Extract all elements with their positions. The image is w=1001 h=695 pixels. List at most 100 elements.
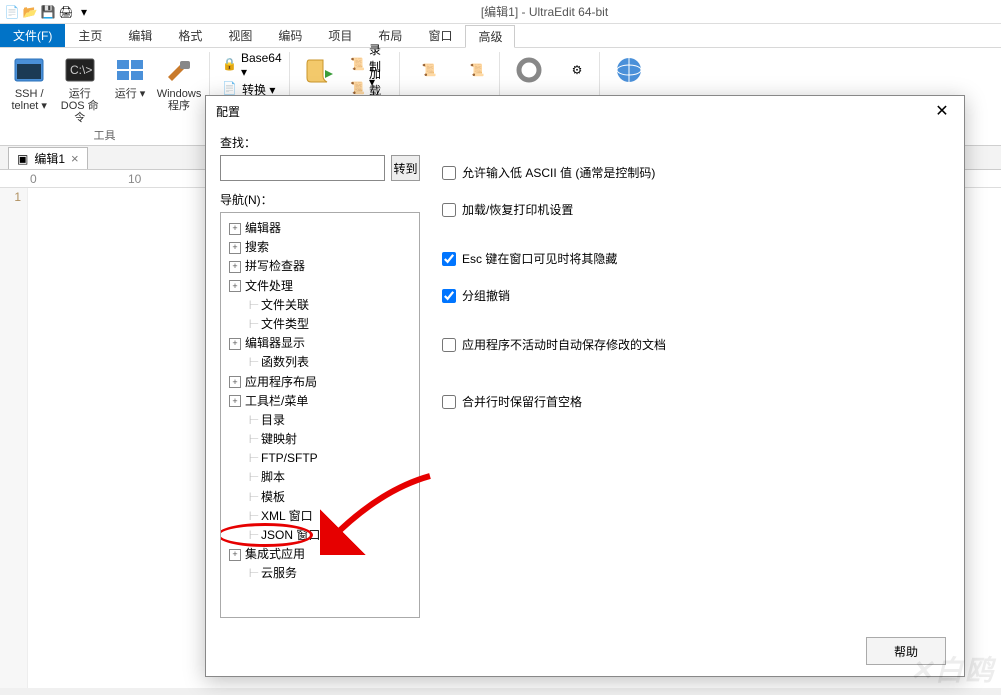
menu-view[interactable]: 视图 xyxy=(215,24,265,47)
tree-item[interactable]: ⊢JSON 窗口 xyxy=(223,526,417,545)
menu-edit[interactable]: 编辑 xyxy=(115,24,165,47)
tree-item-label: 搜索 xyxy=(245,238,269,257)
terminal-icon xyxy=(13,54,45,86)
dropdown-icon[interactable]: ▾ xyxy=(76,4,92,20)
menu-project[interactable]: 项目 xyxy=(315,24,365,47)
open-file-icon[interactable]: 📂 xyxy=(22,4,38,20)
scroll-play-icon: 📜 xyxy=(461,54,493,86)
ribbon-macro-play[interactable] xyxy=(298,54,340,86)
tree-item[interactable]: +工具栏/菜单 xyxy=(223,392,417,411)
ribbon-dos[interactable]: C:\> 运行 DOS 命令 xyxy=(56,54,103,124)
window-title: [编辑1] - UltraEdit 64-bit xyxy=(92,3,997,20)
tree-item-label: 文件处理 xyxy=(245,277,293,296)
tab-label: 编辑1 xyxy=(34,150,65,167)
tree-item[interactable]: ⊢键映射 xyxy=(223,430,417,449)
tree-item-label: 脚本 xyxy=(261,468,285,487)
tree-item[interactable]: + 文件处理 xyxy=(223,277,417,296)
expand-icon[interactable]: + xyxy=(229,338,241,350)
tree-item[interactable]: +应用程序布局 xyxy=(223,373,417,392)
menu-home[interactable]: 主页 xyxy=(65,24,115,47)
expand-icon[interactable]: + xyxy=(229,280,241,292)
config-checkbox[interactable] xyxy=(442,166,456,180)
ribbon-web[interactable] xyxy=(608,54,650,86)
checkbox-label: 加载/恢复打印机设置 xyxy=(462,201,573,218)
close-icon[interactable]: ✕ xyxy=(930,101,954,121)
menu-advanced[interactable]: 高级 xyxy=(465,25,515,48)
expand-icon[interactable]: + xyxy=(229,395,241,407)
close-icon[interactable]: × xyxy=(71,152,79,165)
tree-item-label: 集成式应用 xyxy=(245,545,305,564)
config-checkbox-row[interactable]: 允许输入低 ASCII 值 (通常是控制码) xyxy=(442,164,940,181)
hammer-icon xyxy=(163,54,195,86)
menu-coding[interactable]: 编码 xyxy=(265,24,315,47)
ribbon-settings1[interactable] xyxy=(508,54,550,86)
menu-bar: 文件(F) 主页 编辑 格式 视图 编码 项目 布局 窗口 高级 xyxy=(0,24,1001,48)
ribbon-settings2[interactable]: ⚙ xyxy=(556,54,598,86)
lock-icon: 🔒 xyxy=(222,57,237,73)
tree-item-label: JSON 窗口 xyxy=(261,526,320,545)
config-checkbox-row[interactable]: 应用程序不活动时自动保存修改的文档 xyxy=(442,336,940,353)
dialog-title: 配置 xyxy=(216,103,240,120)
tree-item[interactable]: + 集成式应用 xyxy=(223,545,417,564)
tree-item[interactable]: ⊢文件类型 xyxy=(223,315,417,334)
config-dialog: 配置 ✕ 查找： 转到 导航(N)： +编辑器+搜索+拼写检查器+文件处理⊢文件… xyxy=(205,95,965,677)
config-checkbox-row[interactable]: Esc 键在窗口可见时将其隐藏 xyxy=(442,250,940,267)
tree-item[interactable]: ⊢FTP/SFTP xyxy=(223,449,417,468)
menu-window[interactable]: 窗口 xyxy=(415,24,465,47)
tree-item[interactable]: +拼写检查器 xyxy=(223,257,417,276)
tree-item-label: 文件类型 xyxy=(261,315,309,334)
config-checkbox[interactable] xyxy=(442,338,456,352)
search-label: 查找： xyxy=(220,134,420,151)
line-gutter: 1 xyxy=(0,188,28,688)
config-checkbox-row[interactable]: 合并行时保留行首空格 xyxy=(442,393,940,410)
watermark: ✕白鸥 xyxy=(910,649,995,689)
tree-item[interactable]: +编辑器显示 xyxy=(223,334,417,353)
expand-icon[interactable]: + xyxy=(229,261,241,273)
config-checkbox-row[interactable]: 加载/恢复打印机设置 xyxy=(442,201,940,218)
expand-icon[interactable]: + xyxy=(229,549,241,561)
ribbon-script1[interactable]: 📜 xyxy=(408,54,450,86)
expand-icon[interactable]: + xyxy=(229,223,241,235)
config-checkbox[interactable] xyxy=(442,289,456,303)
tree-item[interactable]: ⊢云服务 xyxy=(223,564,417,583)
tree-item-label: 云服务 xyxy=(261,564,297,583)
save-icon[interactable]: 💾 xyxy=(40,4,56,20)
config-checkbox[interactable] xyxy=(442,252,456,266)
nav-label: 导航(N)： xyxy=(220,191,420,208)
config-checkbox[interactable] xyxy=(442,395,456,409)
tree-item[interactable]: ⊢XML 窗口 xyxy=(223,507,417,526)
nav-tree[interactable]: +编辑器+搜索+拼写检查器+文件处理⊢文件关联⊢文件类型+编辑器显示⊢函数列表+… xyxy=(220,212,420,618)
ribbon-ssh[interactable]: SSH / telnet ▾ xyxy=(8,54,50,112)
expand-icon[interactable]: + xyxy=(229,376,241,388)
ribbon-base64[interactable]: 🔒Base64 ▾ xyxy=(218,54,281,76)
document-tab[interactable]: ▣ 编辑1 × xyxy=(8,147,88,169)
tree-item[interactable]: + 搜索 xyxy=(223,238,417,257)
tree-item-label: 键映射 xyxy=(261,430,297,449)
scroll-record-icon: 📜 xyxy=(350,57,365,73)
print-icon[interactable]: 🖨 xyxy=(58,4,74,20)
ribbon-script2[interactable]: 📜 xyxy=(456,54,498,86)
search-input[interactable] xyxy=(220,155,385,181)
tree-item[interactable]: +编辑器 xyxy=(223,219,417,238)
tree-item[interactable]: ⊢模板 xyxy=(223,488,417,507)
ribbon-run[interactable]: 运行 ▾ xyxy=(109,54,151,100)
ribbon-winprog[interactable]: Windows 程序 xyxy=(157,54,201,112)
expand-icon[interactable]: + xyxy=(229,242,241,254)
tree-item[interactable]: ⊢目录 xyxy=(223,411,417,430)
menu-file[interactable]: 文件(F) xyxy=(0,24,65,47)
tree-item[interactable]: ⊢脚本 xyxy=(223,468,417,487)
tree-item-label: 文件关联 xyxy=(261,296,309,315)
goto-button[interactable]: 转到 xyxy=(391,155,420,181)
tree-item-label: 目录 xyxy=(261,411,285,430)
new-file-icon[interactable]: 📄 xyxy=(4,4,20,20)
checkbox-label: 分组撤销 xyxy=(462,287,510,304)
config-checkbox[interactable] xyxy=(442,203,456,217)
menu-format[interactable]: 格式 xyxy=(165,24,215,47)
config-checkbox-row[interactable]: 分组撤销 xyxy=(442,287,940,304)
tree-item-label: FTP/SFTP xyxy=(261,449,318,468)
windows-icon xyxy=(114,54,146,86)
ruler-mark: 10 xyxy=(128,172,141,186)
checkbox-label: 允许输入低 ASCII 值 (通常是控制码) xyxy=(462,164,655,181)
tree-item[interactable]: ⊢函数列表 xyxy=(223,353,417,372)
tree-item[interactable]: ⊢文件关联 xyxy=(223,296,417,315)
